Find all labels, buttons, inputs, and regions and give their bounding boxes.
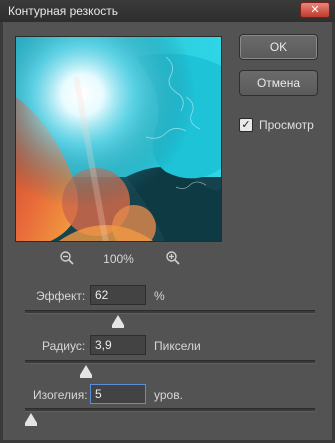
threshold-label: Изогелия: <box>33 388 88 402</box>
zoom-level: 100% <box>103 252 134 266</box>
amount-slider-track[interactable] <box>25 310 315 328</box>
close-button[interactable]: ✕ <box>300 2 330 18</box>
preview-image[interactable] <box>15 36 222 242</box>
radius-slider-track[interactable] <box>25 360 315 378</box>
preview-checkbox[interactable]: ✓ <box>239 118 253 132</box>
cancel-button[interactable]: Отмена <box>239 70 318 96</box>
radius-label: Радиус: <box>42 339 86 353</box>
amount-input[interactable]: 62 <box>90 285 146 305</box>
ok-button[interactable]: OK <box>239 34 318 60</box>
preview-art <box>16 37 221 241</box>
dialog-body: 100% OK Отмена ✓ Просмотр Эффект: 62 % Р… <box>0 22 335 443</box>
window-title: Контурная резкость <box>8 4 118 18</box>
radius-slider-thumb[interactable] <box>79 365 92 378</box>
threshold-slider-track[interactable] <box>24 408 315 426</box>
preview-checkbox-label: Просмотр <box>259 118 314 132</box>
radius-unit: Пиксели <box>154 339 201 353</box>
title-bar[interactable]: Контурная резкость ✕ <box>0 0 335 22</box>
zoom-in-icon[interactable] <box>165 250 181 266</box>
amount-unit: % <box>154 289 165 303</box>
radius-input[interactable]: 3,9 <box>90 335 146 355</box>
zoom-controls: 100% <box>15 250 222 268</box>
amount-slider-thumb[interactable] <box>111 315 124 328</box>
threshold-input[interactable]: 5 <box>90 384 146 404</box>
threshold-unit: уров. <box>154 388 183 402</box>
amount-label: Эффект: <box>36 289 86 303</box>
threshold-slider-thumb[interactable] <box>24 413 37 426</box>
close-icon: ✕ <box>310 4 320 16</box>
